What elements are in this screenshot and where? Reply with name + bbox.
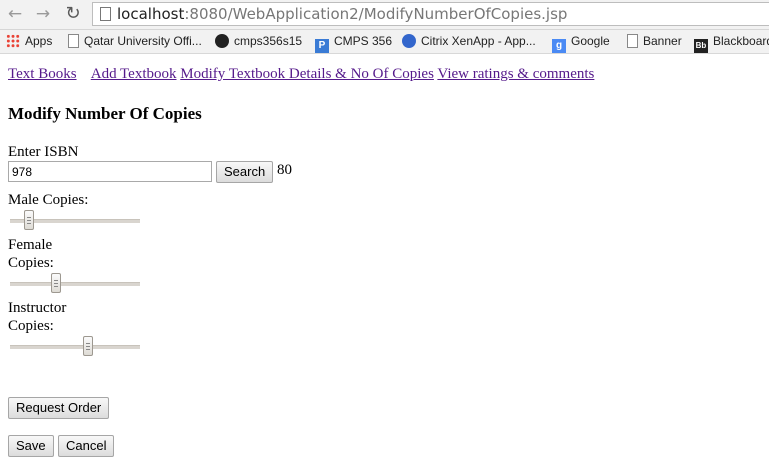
apps-icon xyxy=(6,34,20,48)
bookmark-label: Qatar University Offi... xyxy=(84,34,202,48)
url-host: localhost xyxy=(117,5,185,23)
page-title: Modify Number Of Copies xyxy=(8,104,202,123)
page-icon xyxy=(68,34,79,48)
page-content: Text Books Add Textbook Modify Textbook … xyxy=(8,54,769,472)
bookmark-apps[interactable]: Apps xyxy=(6,33,52,50)
bookmark-qatar-university[interactable]: Qatar University Offi... xyxy=(68,33,202,50)
bookmarks-bar: Apps Qatar University Offi... cmps356s15… xyxy=(0,30,769,54)
link-modify-textbook[interactable]: Modify Textbook Details & No Of Copies xyxy=(180,66,434,82)
male-copies-slider[interactable] xyxy=(10,210,140,230)
browser-toolbar: ← → ↻ localhost:8080/WebApplication2/Mod… xyxy=(0,0,769,30)
save-button[interactable]: Save xyxy=(8,435,54,457)
bookmark-citrix[interactable]: Citrix XenApp - App... xyxy=(402,33,536,50)
bookmark-label: Banner xyxy=(643,34,682,48)
citrix-icon xyxy=(402,34,416,48)
slider-thumb[interactable] xyxy=(51,273,61,293)
isbn-label: Enter ISBN xyxy=(8,144,79,160)
blackboard-icon: Bb xyxy=(694,39,708,53)
female-copies-slider[interactable] xyxy=(10,273,140,293)
instructor-copies-slider[interactable] xyxy=(10,336,140,356)
reload-icon[interactable]: ↻ xyxy=(62,3,84,25)
bookmark-google[interactable]: g Google xyxy=(552,33,610,53)
search-result: 80 xyxy=(277,162,292,178)
p-icon: P xyxy=(315,39,329,53)
link-view-ratings[interactable]: View ratings & comments xyxy=(437,66,594,82)
request-order-button[interactable]: Request Order xyxy=(8,397,110,419)
bookmark-cmps356[interactable]: P CMPS 356 xyxy=(315,33,393,53)
page-icon xyxy=(100,7,111,21)
bookmark-cmps356s15[interactable]: cmps356s15 xyxy=(215,33,302,50)
bookmark-label: cmps356s15 xyxy=(234,34,303,48)
link-text-books[interactable]: Text Books xyxy=(8,66,77,82)
slider-track xyxy=(10,345,140,349)
bookmark-label: Google xyxy=(571,34,610,48)
forward-arrow-icon[interactable]: → xyxy=(32,3,54,25)
nav-links: Text Books Add Textbook Modify Textbook … xyxy=(8,66,594,83)
url-path: :8080/WebApplication2/ModifyNumberOfCopi… xyxy=(184,5,568,23)
slider-thumb[interactable] xyxy=(24,210,34,230)
bookmark-label: CMPS 356 xyxy=(334,34,393,48)
bookmark-label: Citrix XenApp - App... xyxy=(421,34,536,48)
slider-thumb[interactable] xyxy=(83,336,93,356)
search-button[interactable]: Search xyxy=(216,161,274,183)
bookmark-label: Blackboard xyxy=(713,34,769,48)
isbn-input[interactable] xyxy=(8,161,212,182)
bookmark-banner[interactable]: Banner xyxy=(627,33,682,50)
female-copies-label: Female Copies: xyxy=(8,237,54,271)
male-copies-label: Male Copies: xyxy=(8,192,89,208)
cancel-button[interactable]: Cancel xyxy=(58,435,115,457)
google-icon: g xyxy=(552,39,566,53)
page-icon xyxy=(627,34,638,48)
address-bar[interactable]: localhost:8080/WebApplication2/ModifyNum… xyxy=(92,2,769,26)
bookmark-blackboard[interactable]: Bb Blackboard xyxy=(694,33,769,53)
bookmark-label: Apps xyxy=(25,34,53,48)
link-add-textbook[interactable]: Add Textbook xyxy=(91,66,177,82)
slider-track xyxy=(10,282,140,286)
back-arrow-icon[interactable]: ← xyxy=(4,3,26,25)
github-icon xyxy=(215,34,229,48)
instructor-copies-label: Instructor Copies: xyxy=(8,300,67,334)
